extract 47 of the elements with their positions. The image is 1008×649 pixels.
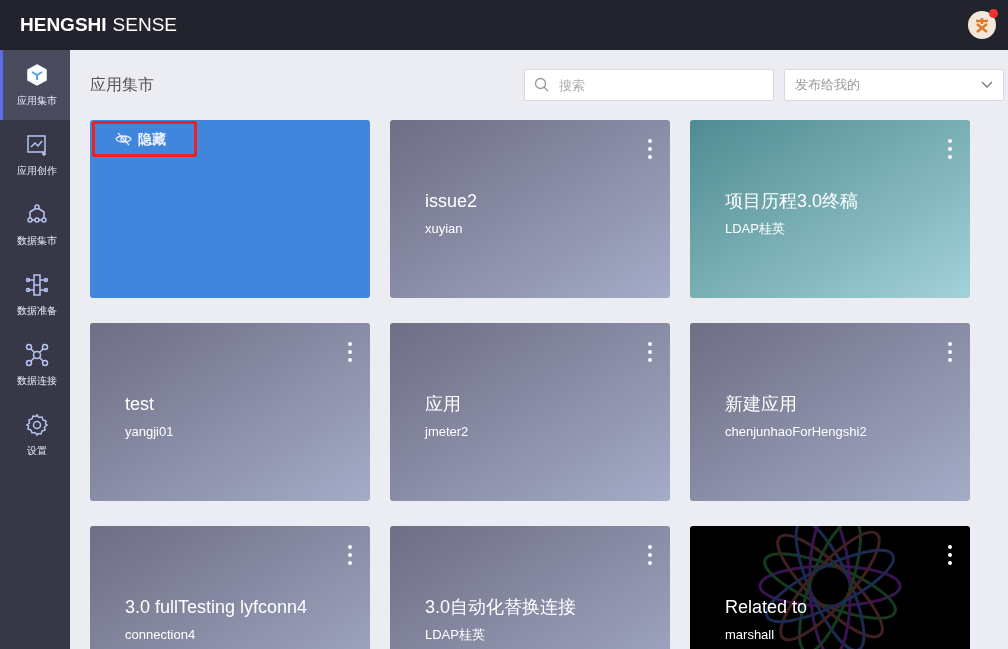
app-title: Related to xyxy=(725,596,808,619)
app-card[interactable]: test yangji01 xyxy=(90,323,370,501)
app-owner: xuyian xyxy=(425,220,464,238)
app-title: 3.0自动化替换连接 xyxy=(425,596,577,619)
sidebar-item[interactable]: 数据准备 xyxy=(0,260,70,330)
avatar-glyph-icon xyxy=(973,16,991,34)
data-prep-icon xyxy=(24,272,49,297)
app-owner: jmeter2 xyxy=(425,423,469,441)
app-card[interactable]: issue2 xuyian xyxy=(390,120,670,298)
settings-icon xyxy=(24,412,49,437)
connection-icon xyxy=(24,342,49,367)
app-card[interactable]: Related to marshall xyxy=(690,526,970,649)
sidebar-item[interactable]: 数据连接 xyxy=(0,330,70,400)
sidebar-item[interactable]: 数据集市 xyxy=(0,190,70,260)
app-title: 应用 xyxy=(425,393,462,416)
user-avatar[interactable] xyxy=(968,11,996,39)
filter-dropdown[interactable]: 发布给我的 xyxy=(784,69,1004,101)
app-title: issue2 xyxy=(425,190,478,213)
sidebar-item[interactable]: 应用集市 xyxy=(0,50,70,120)
sidebar-item[interactable]: 应用创作 xyxy=(0,120,70,190)
app-card[interactable]: 隐藏 xyxy=(90,120,370,298)
app-title: test xyxy=(125,393,155,416)
app-owner: LDAP桂英 xyxy=(725,220,786,238)
logo-text: HENGSHI xyxy=(20,12,107,37)
eye-off-icon xyxy=(115,132,132,146)
app-card[interactable]: 应用 jmeter2 xyxy=(390,323,670,501)
app-owner: yangji01 xyxy=(125,423,174,441)
line-chart-icon xyxy=(24,132,49,157)
search-field[interactable]: 搜索 xyxy=(524,69,774,101)
app-title: 3.0 fullTesting lyfconn4 xyxy=(125,596,308,619)
hidden-label: 隐藏 xyxy=(138,129,166,149)
app-owner: marshall xyxy=(725,626,776,644)
sidebar-item[interactable]: 设置 xyxy=(0,400,70,470)
app-title: 新建应用 xyxy=(725,393,798,416)
page-title: 应用集市 xyxy=(90,75,155,95)
app-card[interactable]: 3.0 fullTesting lyfconn4 connection4 xyxy=(90,526,370,649)
chevron-down-icon xyxy=(981,81,993,89)
app-title: 项目历程3.0终稿 xyxy=(725,190,859,213)
search-icon xyxy=(534,77,549,92)
logo-text: SENSE xyxy=(112,12,177,37)
app-card[interactable]: 3.0自动化替换连接 LDAP桂英 xyxy=(390,526,670,649)
app-owner: LDAP桂英 xyxy=(425,626,486,644)
cube-icon xyxy=(24,62,49,87)
app-owner: chenjunhaoForHengshi2 xyxy=(725,423,867,441)
app-card[interactable]: 项目历程3.0终稿 LDAP桂英 xyxy=(690,120,970,298)
app-owner: connection4 xyxy=(125,626,197,644)
app-card[interactable]: 新建应用 chenjunhaoForHengshi2 xyxy=(690,323,970,501)
